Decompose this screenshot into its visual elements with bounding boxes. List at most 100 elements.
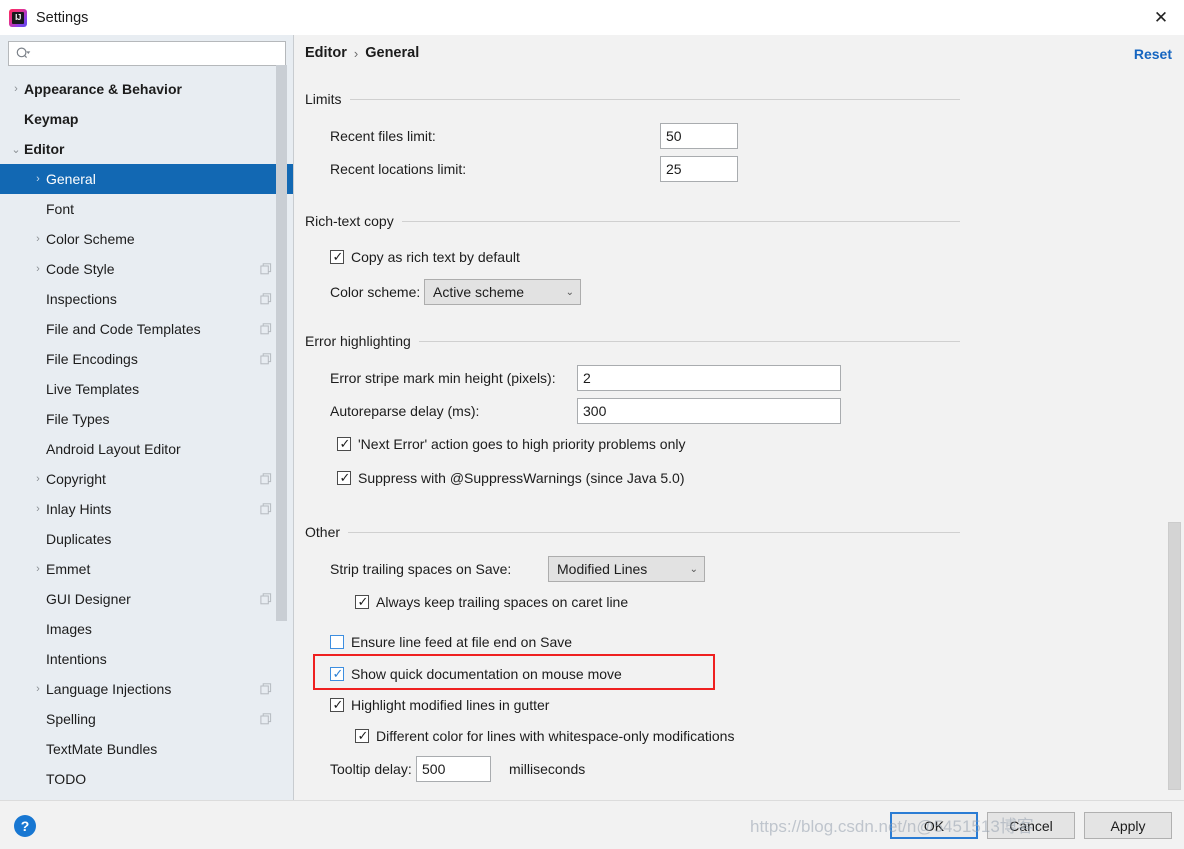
copy-settings-icon[interactable]: [260, 353, 272, 365]
copy-settings-icon[interactable]: [260, 293, 272, 305]
sidebar-item-images[interactable]: ›Images: [0, 614, 293, 644]
copy-settings-icon[interactable]: [260, 503, 272, 515]
sidebar-item-file-types[interactable]: ›File Types: [0, 404, 293, 434]
row-error-stripe-height: Error stripe mark min height (pixels):: [305, 364, 960, 392]
sidebar-item-code-style[interactable]: › Code Style: [0, 254, 293, 284]
sidebar-item-intentions[interactable]: ›Intentions: [0, 644, 293, 674]
chevron-right-icon[interactable]: ›: [30, 683, 46, 695]
tooltip-delay-input[interactable]: [416, 756, 491, 782]
recent-locations-limit-label: Recent locations limit:: [330, 161, 467, 177]
row-color-scheme: Color scheme: Active scheme ⌄: [305, 278, 960, 306]
checkbox-box[interactable]: [330, 635, 344, 649]
checkbox-highlight-modified-lines[interactable]: ✓ Highlight modified lines in gutter: [330, 692, 960, 718]
breadcrumb-current: General: [365, 45, 420, 61]
cancel-button[interactable]: Cancel: [987, 812, 1075, 839]
intellij-logo-icon: IJ: [9, 8, 27, 27]
sidebar-item-copyright[interactable]: › Copyright: [0, 464, 293, 494]
apply-button[interactable]: Apply: [1084, 812, 1172, 839]
copy-settings-icon[interactable]: [260, 683, 272, 695]
checkbox-label: Different color for lines with whitespac…: [376, 728, 735, 744]
check-glyph: ✓: [332, 249, 344, 264]
search-input[interactable]: [34, 43, 281, 64]
checkbox-box[interactable]: ✓: [337, 436, 351, 451]
sidebar-item-textmate-bundles[interactable]: ›TextMate Bundles: [0, 734, 293, 764]
color-scheme-label: Color scheme:: [330, 284, 421, 300]
content-scrollbar-thumb[interactable]: [1168, 522, 1181, 790]
checkbox-always-keep-trailing-spaces[interactable]: ✓ Always keep trailing spaces on caret l…: [355, 589, 960, 615]
sidebar-item-spelling[interactable]: ›Spelling: [0, 704, 293, 734]
checkbox-show-quick-documentation[interactable]: ✓ Show quick documentation on mouse move: [330, 661, 960, 687]
check-glyph: ✓: [339, 436, 351, 451]
recent-files-limit-input[interactable]: [660, 123, 738, 149]
chevron-down-icon[interactable]: ⌄: [8, 143, 24, 156]
group-rich-text-copy-title: Rich-text copy: [305, 213, 394, 229]
checkbox-copy-as-rich-text[interactable]: ✓ Copy as rich text by default: [330, 244, 960, 270]
error-stripe-height-input[interactable]: [577, 365, 841, 391]
sidebar-item-language-injections[interactable]: › Language Injections: [0, 674, 293, 704]
autoreparse-delay-input[interactable]: [577, 398, 841, 424]
sidebar-item-gui-designer[interactable]: ›GUI Designer: [0, 584, 293, 614]
checkbox-box[interactable]: ✓: [330, 666, 344, 681]
checkbox-box[interactable]: ✓: [355, 728, 369, 743]
sidebar-item-label: Live Templates: [46, 381, 140, 397]
sidebar-item-inlay-hints[interactable]: › Inlay Hints: [0, 494, 293, 524]
sidebar-item-file-and-code-templates[interactable]: ›File and Code Templates: [0, 314, 293, 344]
chevron-right-icon[interactable]: ›: [30, 233, 46, 245]
copy-settings-icon[interactable]: [260, 323, 272, 335]
checkbox-box[interactable]: ✓: [330, 249, 344, 264]
chevron-right-icon[interactable]: ›: [30, 263, 46, 275]
close-icon[interactable]: ✕: [1138, 0, 1184, 35]
chevron-right-icon[interactable]: ›: [30, 473, 46, 485]
checkbox-suppress-warnings[interactable]: ✓ Suppress with @SuppressWarnings (since…: [337, 465, 960, 491]
sidebar-item-color-scheme[interactable]: › Color Scheme: [0, 224, 293, 254]
sidebar-item-file-encodings[interactable]: ›File Encodings: [0, 344, 293, 374]
checkbox-label: Always keep trailing spaces on caret lin…: [376, 594, 629, 610]
sidebar-item-label: Font: [46, 201, 75, 217]
dialog-footer: ? OK Cancel Apply: [0, 800, 1184, 849]
reset-link[interactable]: Reset: [1134, 46, 1172, 62]
copy-settings-icon[interactable]: [260, 713, 272, 725]
checkbox-next-error-high-priority[interactable]: ✓ 'Next Error' action goes to high prior…: [337, 431, 960, 457]
sidebar-item-todo[interactable]: ›TODO: [0, 764, 293, 794]
logo-text: IJ: [15, 13, 21, 22]
copy-settings-icon[interactable]: [260, 263, 272, 275]
autoreparse-delay-label: Autoreparse delay (ms):: [330, 403, 480, 419]
copy-settings-icon[interactable]: [260, 473, 272, 485]
checkbox-box[interactable]: ✓: [337, 470, 351, 485]
chevron-right-icon[interactable]: ›: [30, 563, 46, 575]
search-box[interactable]: [8, 41, 286, 66]
copy-settings-icon[interactable]: [260, 593, 272, 605]
checkbox-different-color-whitespace[interactable]: ✓ Different color for lines with whitesp…: [355, 723, 960, 749]
recent-locations-limit-input[interactable]: [660, 156, 738, 182]
sidebar-item-label: Appearance & Behavior: [24, 81, 182, 97]
sidebar-item-keymap[interactable]: ›Keymap: [0, 104, 293, 134]
sidebar-item-label: Code Style: [46, 261, 115, 277]
checkbox-box[interactable]: ✓: [355, 594, 369, 609]
color-scheme-select[interactable]: Active scheme ⌄: [424, 279, 581, 305]
sidebar-item-general[interactable]: › General: [0, 164, 293, 194]
strip-trailing-spaces-select[interactable]: Modified Lines ⌄: [548, 556, 705, 582]
sidebar-item-duplicates[interactable]: ›Duplicates: [0, 524, 293, 554]
sidebar-item-inspections[interactable]: ›Inspections: [0, 284, 293, 314]
checkbox-ensure-line-feed[interactable]: Ensure line feed at file end on Save: [330, 629, 960, 655]
checkbox-label: 'Next Error' action goes to high priorit…: [358, 436, 686, 452]
sidebar-item-android-layout-editor[interactable]: ›Android Layout Editor: [0, 434, 293, 464]
sidebar-item-font[interactable]: ›Font: [0, 194, 293, 224]
sidebar-item-editor[interactable]: ⌄ Editor: [0, 134, 293, 164]
recent-files-limit-label: Recent files limit:: [330, 128, 436, 144]
sidebar-scrollbar-thumb[interactable]: [276, 65, 287, 621]
checkbox-label: Suppress with @SuppressWarnings (since J…: [358, 470, 685, 486]
help-icon[interactable]: ?: [14, 815, 36, 837]
breadcrumb-parent[interactable]: Editor: [305, 45, 347, 61]
chevron-right-icon[interactable]: ›: [30, 503, 46, 515]
sidebar-item-appearance-behavior[interactable]: › Appearance & Behavior: [0, 74, 293, 104]
chevron-right-icon[interactable]: ›: [8, 83, 24, 95]
checkbox-label: Ensure line feed at file end on Save: [351, 634, 573, 650]
sidebar-item-label: Color Scheme: [46, 231, 135, 247]
checkbox-box[interactable]: ✓: [330, 697, 344, 712]
sidebar-item-live-templates[interactable]: ›Live Templates: [0, 374, 293, 404]
chevron-right-icon[interactable]: ›: [30, 173, 46, 185]
ok-button[interactable]: OK: [890, 812, 978, 839]
check-glyph: ✓: [357, 728, 369, 743]
sidebar-item-emmet[interactable]: › Emmet: [0, 554, 293, 584]
